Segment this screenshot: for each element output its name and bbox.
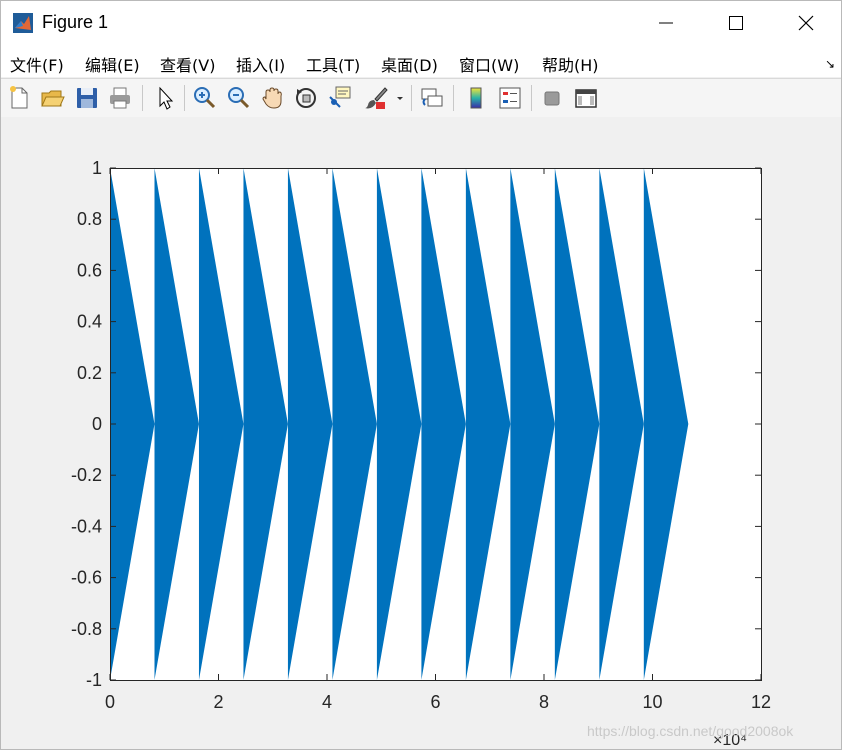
pan-hand-icon[interactable] (259, 85, 285, 111)
y-tick-label: 0.6 (77, 260, 102, 280)
watermark-text: https://blog.csdn.net/good2008ok (587, 723, 794, 739)
toolbar-separator (531, 85, 532, 111)
save-icon[interactable] (74, 85, 100, 111)
close-icon (798, 15, 814, 31)
show-plot-tools-icon[interactable] (573, 85, 599, 111)
menu-tools[interactable]: 工具(T) (306, 52, 360, 76)
y-tick-label: -1 (86, 670, 102, 690)
toolbar-separator (184, 85, 185, 111)
title-bar[interactable]: Figure 1 (1, 1, 841, 45)
new-figure-icon[interactable] (6, 85, 32, 111)
y-tick-label: 0 (92, 414, 102, 434)
minimize-button[interactable] (631, 1, 701, 45)
x-tick-label: 6 (430, 692, 440, 712)
toolbar-separator (142, 85, 143, 111)
toolbar-separator (453, 85, 454, 111)
figure-window: Figure 1 文件(F) 编辑(E) 查看(V) 插入(I) 工具(T) 桌… (0, 0, 842, 750)
y-tick-label: 1 (92, 158, 102, 178)
y-tick-label: -0.6 (71, 568, 102, 588)
x-tick-label: 2 (213, 692, 223, 712)
figure-toolbar (1, 78, 841, 118)
menu-edit[interactable]: 编辑(E) (85, 52, 140, 76)
brush-icon[interactable] (363, 85, 389, 111)
zoom-out-icon[interactable] (225, 85, 251, 111)
y-tick-label: -0.4 (71, 516, 102, 536)
minimize-icon (659, 22, 673, 24)
insert-legend-icon[interactable] (497, 85, 523, 111)
x-tick-label: 0 (105, 692, 115, 712)
x-tick-label: 4 (322, 692, 332, 712)
maximize-icon (729, 16, 743, 30)
hide-plot-tools-icon[interactable] (539, 85, 565, 111)
edit-plot-arrow-icon[interactable] (152, 85, 178, 111)
y-tick-label: -0.8 (71, 619, 102, 639)
x-tick-label: 8 (539, 692, 549, 712)
x-tick-label: 12 (751, 692, 771, 712)
menu-file[interactable]: 文件(F) (10, 52, 64, 76)
x-tick-label: 10 (642, 692, 662, 712)
rotate-3d-icon[interactable] (293, 85, 319, 111)
menu-insert[interactable]: 插入(I) (236, 52, 285, 76)
plot-axes[interactable]: 0 2 4 6 8 10 12 1 0.8 0.6 0.4 0.2 0 -0.2 -0.4 -0.6 -0.8 -… (1, 117, 841, 749)
close-button[interactable] (771, 1, 841, 45)
toolbar-separator (411, 85, 412, 111)
open-file-icon[interactable] (39, 85, 65, 111)
link-plot-icon[interactable] (419, 85, 445, 111)
insert-colorbar-icon[interactable] (463, 85, 489, 111)
undock-arrow-icon[interactable]: ↘ (825, 57, 835, 71)
figure-canvas: 0 2 4 6 8 10 12 1 0.8 0.6 0.4 0.2 0 -0.2 -0.4 -0.6 -0.8 -… (1, 117, 841, 749)
brush-dropdown-icon[interactable] (394, 85, 406, 111)
maximize-button[interactable] (701, 1, 771, 45)
window-title: Figure 1 (42, 12, 109, 32)
menu-help[interactable]: 帮助(H) (542, 52, 599, 76)
data-cursor-icon[interactable] (327, 85, 353, 111)
zoom-in-icon[interactable] (191, 85, 217, 111)
menu-bar: 文件(F) 编辑(E) 查看(V) 插入(I) 工具(T) 桌面(D) 窗口(W… (1, 45, 841, 77)
y-tick-label: 0.2 (77, 363, 102, 383)
menu-window[interactable]: 窗口(W) (459, 52, 519, 76)
y-tick-label: 0.8 (77, 209, 102, 229)
menu-view[interactable]: 查看(V) (160, 52, 215, 76)
menu-desktop[interactable]: 桌面(D) (381, 52, 438, 76)
y-tick-label: 0.4 (77, 312, 102, 332)
y-tick-label: -0.2 (71, 465, 102, 485)
print-icon[interactable] (107, 85, 133, 111)
matlab-logo-icon (13, 13, 33, 33)
